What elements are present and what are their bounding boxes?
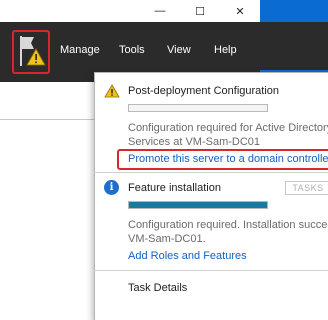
notification-message-line: Configuration required for Active Direct…	[128, 122, 328, 134]
menu-help[interactable]: Help	[214, 44, 237, 56]
notification-message-line: Services at VM-Sam-DC01	[128, 136, 261, 148]
notification-message-line: Configuration required. Installation suc…	[128, 219, 328, 231]
minimize-icon: —	[154, 5, 166, 17]
close-icon: ✕	[235, 5, 245, 18]
notification-flag-icon	[20, 36, 46, 66]
task-details-link[interactable]: Task Details	[128, 282, 187, 294]
separator	[94, 172, 328, 173]
menu-manage[interactable]: Manage	[60, 44, 100, 56]
maximize-icon: ☐	[195, 5, 205, 18]
dashboard-header	[0, 82, 100, 120]
menu-tools[interactable]: Tools	[119, 44, 145, 56]
menu-view[interactable]: View	[167, 44, 191, 56]
tasks-button[interactable]: TASKS	[285, 181, 328, 195]
highlight-box	[117, 149, 328, 170]
maximize-button[interactable]: ☐	[180, 0, 220, 22]
notification-title: Post-deployment Configuration	[128, 85, 280, 97]
notifications-flag-button[interactable]	[12, 30, 50, 74]
minimize-button[interactable]: —	[140, 0, 180, 22]
warning-icon	[104, 84, 120, 98]
notification-title: Feature installation	[128, 182, 221, 194]
progress-fill	[129, 202, 267, 208]
notification-message-line: VM-Sam-DC01.	[128, 233, 206, 245]
separator	[94, 270, 328, 271]
close-button[interactable]: ✕	[220, 0, 260, 22]
add-roles-and-features-link[interactable]: Add Roles and Features	[128, 250, 247, 262]
info-icon: i	[104, 180, 119, 195]
notification-progress-bar	[128, 201, 268, 209]
menu-bar-extension	[260, 22, 328, 70]
notification-progress-bar	[128, 104, 268, 112]
